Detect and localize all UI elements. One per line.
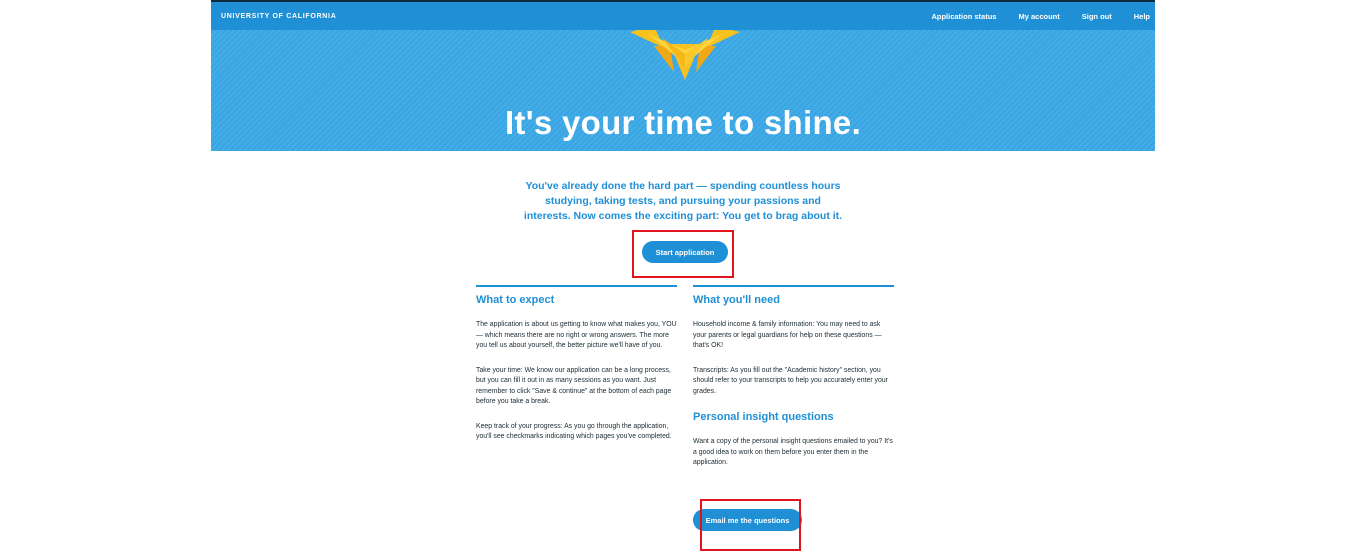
what-youll-need-section: What you'll need Household income & fami… bbox=[693, 285, 894, 483]
intro-line: interests. Now comes the exciting part: … bbox=[523, 210, 843, 222]
hero-title: It's your time to shine. bbox=[504, 104, 862, 141]
need-paragraph-1: Household income & family information: Y… bbox=[693, 321, 882, 349]
nav-help[interactable]: Help bbox=[1134, 12, 1150, 21]
expect-paragraph-3: Keep track of your progress: As you go t… bbox=[476, 422, 672, 441]
top-nav: Application status My account Sign out H… bbox=[909, 12, 1150, 21]
expect-paragraph-2: Take your time: We know our application … bbox=[476, 366, 672, 406]
page-frame: UNIVERSITY OF CALIFORNIA Application sta… bbox=[211, 0, 1155, 557]
section-divider bbox=[476, 285, 677, 287]
piq-paragraph: Want a copy of the personal insight ques… bbox=[693, 438, 893, 466]
nav-sign-out[interactable]: Sign out bbox=[1082, 12, 1112, 21]
intro-line: studying, taking tests, and pursuing you… bbox=[545, 195, 821, 207]
section-divider bbox=[693, 285, 894, 287]
personal-insight-heading: Personal insight questions bbox=[693, 411, 834, 423]
nav-application-status[interactable]: Application status bbox=[931, 12, 996, 21]
what-youll-need-heading: What you'll need bbox=[693, 294, 780, 306]
need-paragraph-2: Transcripts: As you fill out the "Academ… bbox=[693, 366, 888, 395]
highlight-box bbox=[632, 230, 734, 278]
intro-line: You've already done the hard part — spen… bbox=[525, 180, 841, 192]
brand-name: UNIVERSITY OF CALIFORNIA bbox=[221, 12, 337, 20]
top-bar: UNIVERSITY OF CALIFORNIA Application sta… bbox=[211, 0, 1155, 30]
nav-my-account[interactable]: My account bbox=[1018, 12, 1059, 21]
intro-text: You've already done the hard part — spen… bbox=[211, 179, 1155, 224]
highlight-box bbox=[700, 499, 801, 551]
expect-paragraph-1: The application is about us getting to k… bbox=[476, 321, 677, 349]
hero-banner: It's your time to shine. bbox=[211, 30, 1155, 151]
sun-icon bbox=[630, 30, 740, 80]
what-to-expect-heading: What to expect bbox=[476, 294, 555, 306]
what-to-expect-section: What to expect The application is about … bbox=[476, 285, 677, 457]
